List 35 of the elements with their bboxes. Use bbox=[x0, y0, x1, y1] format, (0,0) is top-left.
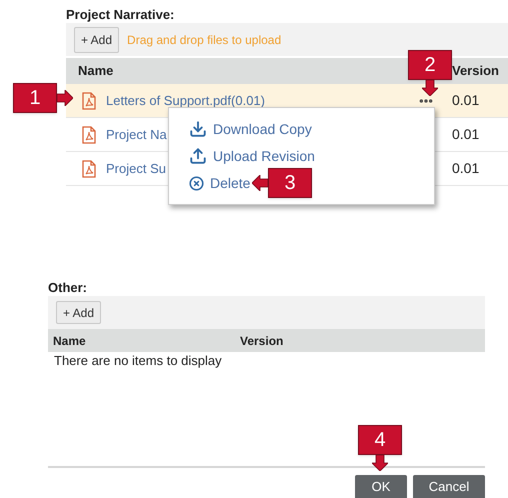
column-header: Version bbox=[240, 332, 284, 350]
delete-icon bbox=[189, 176, 204, 190]
version-cell-text: 0.01 bbox=[452, 125, 480, 144]
version-cell-text: 0.01 bbox=[452, 159, 480, 178]
drop-hint: Drag and drop files to upload bbox=[127, 32, 282, 48]
column-header: Name bbox=[52, 332, 87, 350]
menu-item[interactable]: Delete bbox=[189, 173, 250, 193]
pdf-file-icon bbox=[82, 160, 96, 178]
file-link[interactable]: Letters of Support.pdf(0.01) bbox=[106, 90, 265, 110]
menu-item[interactable]: Download Copy bbox=[189, 119, 312, 139]
callout-arrow-icon bbox=[422, 80, 438, 96]
callout-arrow-icon bbox=[372, 455, 388, 471]
callout-number: 2 bbox=[408, 50, 452, 80]
upload-icon bbox=[189, 147, 207, 165]
add-button[interactable]: + Add bbox=[74, 26, 120, 52]
dialog-button[interactable]: Cancel bbox=[413, 475, 485, 498]
menu-item[interactable]: Upload Revision bbox=[189, 146, 315, 166]
callout-arrow-icon bbox=[252, 175, 268, 191]
version-cell-text: 0.01 bbox=[452, 91, 480, 110]
add-button[interactable]: + Add bbox=[56, 301, 102, 324]
file-link[interactable]: Project Su bbox=[106, 158, 166, 178]
dialog-button[interactable]: OK bbox=[355, 475, 407, 498]
file-link[interactable]: Project Na bbox=[106, 124, 167, 144]
pdf-file-icon bbox=[82, 92, 96, 110]
callout-number: 4 bbox=[358, 425, 402, 455]
callout-number: 3 bbox=[268, 168, 312, 198]
download-icon bbox=[189, 120, 207, 138]
callout-arrow-icon bbox=[57, 90, 73, 106]
section-title: Other: bbox=[48, 280, 88, 296]
callout-number: 1 bbox=[13, 83, 57, 113]
column-header: Name bbox=[78, 62, 114, 80]
section-title: Project Narrative: bbox=[66, 7, 176, 23]
pdf-file-icon bbox=[82, 126, 96, 144]
column-header: Version bbox=[452, 62, 500, 80]
empty-message: There are no items to display bbox=[53, 352, 223, 370]
